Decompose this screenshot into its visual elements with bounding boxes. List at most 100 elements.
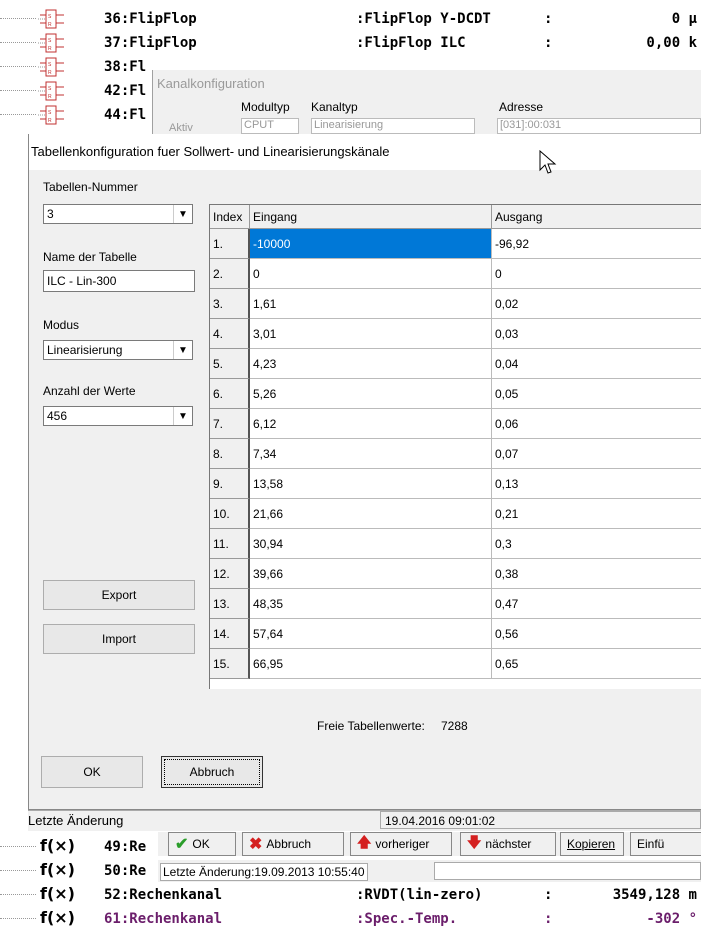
modultyp-field[interactable]: CPUT (241, 118, 299, 134)
eingang-cell[interactable]: 0 (250, 259, 492, 289)
row-index-cell[interactable]: 14. (210, 619, 250, 649)
table-row[interactable]: 9. 13,58 0,13 (210, 469, 701, 499)
abbruch-button[interactable]: Abbruch (161, 756, 263, 788)
row-index-cell[interactable]: 15. (210, 649, 250, 679)
eingang-cell[interactable]: 6,12 (250, 409, 492, 439)
table-row[interactable]: 3. 1,61 0,02 (210, 289, 701, 319)
anzahl-der-werte-select[interactable]: 456 ▼ (43, 406, 193, 426)
eingang-cell[interactable]: 7,34 (250, 439, 492, 469)
eingang-cell[interactable]: 66,95 (250, 649, 492, 679)
name-der-tabelle-input[interactable]: ILC - Lin-300 (43, 270, 195, 292)
row-index-cell[interactable]: 9. (210, 469, 250, 499)
row-index-cell[interactable]: 4. (210, 319, 250, 349)
tree-connector (0, 870, 36, 871)
row-index-cell[interactable]: 2. (210, 259, 250, 289)
adresse-label: Adresse (499, 100, 544, 114)
tree-row-colon: : (544, 35, 553, 51)
tree-row-name: 37:FlipFlop (104, 35, 197, 51)
row-index-cell[interactable]: 1. (210, 229, 250, 259)
table-row[interactable]: 5. 4,23 0,04 (210, 349, 701, 379)
svg-text:R: R (48, 118, 52, 124)
table-row[interactable]: 14. 57,64 0,56 (210, 619, 701, 649)
table-row[interactable]: 11. 30,94 0,3 (210, 529, 701, 559)
row-index-cell[interactable]: 12. (210, 559, 250, 589)
table-row[interactable]: 7. 6,12 0,06 (210, 409, 701, 439)
table-row[interactable]: 2. 0 0 (210, 259, 701, 289)
ausgang-cell[interactable]: 0,38 (492, 559, 701, 589)
tabellen-nummer-label: Tabellen-Nummer (43, 180, 138, 194)
eingang-cell[interactable]: 3,01 (250, 319, 492, 349)
export-button[interactable]: Export (43, 580, 195, 610)
ausgang-cell[interactable]: 0,56 (492, 619, 701, 649)
table-row[interactable]: 4. 3,01 0,03 (210, 319, 701, 349)
row-index-cell[interactable]: 7. (210, 409, 250, 439)
ausgang-header[interactable]: Ausgang (492, 205, 701, 229)
row-index-cell[interactable]: 5. (210, 349, 250, 379)
tree-connector (0, 90, 36, 91)
table-row[interactable]: 6. 5,26 0,05 (210, 379, 701, 409)
tree-row[interactable]: S R 37:FlipFlop:FlipFlop ILC: 0,00 k (0, 32, 701, 54)
ausgang-cell[interactable]: 0 (492, 259, 701, 289)
import-button[interactable]: Import (43, 624, 195, 654)
mouse-cursor-icon (539, 150, 557, 174)
tree-row[interactable]: f(×) 52:Rechenkanal:RVDT(lin-zero): 3549,1… (0, 884, 701, 906)
row-index-cell[interactable]: 8. (210, 439, 250, 469)
ausgang-cell[interactable]: 0,03 (492, 319, 701, 349)
tree-row[interactable]: S R 36:FlipFlop:FlipFlop Y-DCDT: 0 µ (0, 8, 701, 30)
eingang-cell[interactable]: 4,23 (250, 349, 492, 379)
eingang-cell[interactable]: 21,66 (250, 499, 492, 529)
tree-row[interactable]: f(×) 61:Rechenkanal:Spec.-Temp.: -302 ° (0, 908, 701, 930)
row-index-cell[interactable]: 10. (210, 499, 250, 529)
index-header: Index (210, 205, 250, 229)
modultyp-label: Modultyp (241, 100, 290, 114)
ausgang-cell[interactable]: 0,47 (492, 589, 701, 619)
eingang-cell[interactable]: -10000 (250, 229, 492, 259)
kanal-title: Kanalkonfiguration (157, 76, 265, 91)
row-index-cell[interactable]: 13. (210, 589, 250, 619)
ausgang-cell[interactable]: 0,13 (492, 469, 701, 499)
eingang-cell[interactable]: 13,58 (250, 469, 492, 499)
ok-button[interactable]: OK (41, 756, 143, 788)
eingang-cell[interactable]: 1,61 (250, 289, 492, 319)
svg-text:R: R (48, 46, 52, 52)
chevron-down-icon[interactable]: ▼ (173, 205, 192, 223)
eingang-header[interactable]: Eingang (250, 205, 492, 229)
aktiv-label[interactable]: Aktiv (169, 122, 193, 134)
tree-row-name: 50:Re (104, 863, 147, 879)
ausgang-cell[interactable]: 0,04 (492, 349, 701, 379)
ausgang-cell[interactable]: 0,06 (492, 409, 701, 439)
modus-select[interactable]: Linearisierung ▼ (43, 340, 193, 360)
adresse-field[interactable]: [031]:00:031 (497, 118, 701, 134)
eingang-cell[interactable]: 48,35 (250, 589, 492, 619)
function-icon: f(×) (40, 908, 75, 927)
ausgang-cell[interactable]: 0,02 (492, 289, 701, 319)
ausgang-cell[interactable]: 0,07 (492, 439, 701, 469)
ausgang-cell[interactable]: 0,3 (492, 529, 701, 559)
ausgang-cell[interactable]: -96,92 (492, 229, 701, 259)
tree-row[interactable]: f(×) 49:Re (0, 836, 701, 858)
table-row[interactable]: 1. -10000 -96,92 (210, 229, 701, 259)
function-icon: f(×) (40, 884, 75, 903)
kanaltyp-field[interactable]: Linearisierung (311, 118, 475, 134)
chevron-down-icon[interactable]: ▼ (173, 407, 192, 425)
eingang-cell[interactable]: 39,66 (250, 559, 492, 589)
row-index-cell[interactable]: 3. (210, 289, 250, 319)
ausgang-cell[interactable]: 0,05 (492, 379, 701, 409)
row-index-cell[interactable]: 11. (210, 529, 250, 559)
table-row[interactable]: 10. 21,66 0,21 (210, 499, 701, 529)
eingang-cell[interactable]: 30,94 (250, 529, 492, 559)
ausgang-cell[interactable]: 0,65 (492, 649, 701, 679)
tree-row-name: 61:Rechenkanal (104, 911, 223, 927)
chevron-down-icon[interactable]: ▼ (173, 341, 192, 359)
table-row[interactable]: 13. 48,35 0,47 (210, 589, 701, 619)
table-row[interactable]: 8. 7,34 0,07 (210, 439, 701, 469)
row-index-cell[interactable]: 6. (210, 379, 250, 409)
tabellen-nummer-select[interactable]: 3 ▼ (43, 204, 193, 224)
ausgang-cell[interactable]: 0,21 (492, 499, 701, 529)
table-row[interactable]: 12. 39,66 0,38 (210, 559, 701, 589)
tree-row-type: :FlipFlop Y-DCDT (356, 11, 491, 27)
eingang-cell[interactable]: 5,26 (250, 379, 492, 409)
eingang-cell[interactable]: 57,64 (250, 619, 492, 649)
tree-row[interactable]: f(×) 50:Re (0, 860, 701, 882)
table-row[interactable]: 15. 66,95 0,65 (210, 649, 701, 679)
